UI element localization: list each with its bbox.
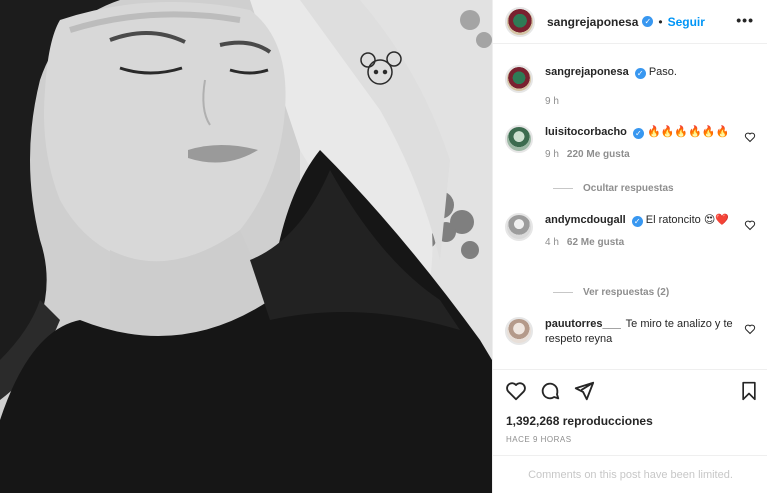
comment-username[interactable]: luisitocorbacho xyxy=(545,126,627,138)
view-count[interactable]: 1,392,268 reproducciones xyxy=(506,414,653,428)
hide-replies-label: Ocultar respuestas xyxy=(583,183,674,194)
like-comment-heart-icon[interactable] xyxy=(744,323,756,335)
caption-time: 9 h xyxy=(545,96,559,107)
hide-replies[interactable]: Ocultar respuestas xyxy=(553,183,674,194)
view-replies[interactable]: Ver respuestas (2) xyxy=(553,287,669,298)
verified-icon: ✓ xyxy=(642,16,654,27)
bookmark-icon[interactable] xyxy=(739,380,759,402)
like-comment-heart-icon[interactable] xyxy=(744,219,756,231)
comment-time: 4 h xyxy=(545,237,559,248)
commenter-avatar[interactable] xyxy=(505,213,533,241)
post-timestamp: HACE 9 HORAS xyxy=(506,435,572,444)
comment-username[interactable]: pauutorres___ xyxy=(545,318,621,330)
follow-button[interactable]: Seguir xyxy=(668,15,705,29)
share-icon[interactable] xyxy=(573,380,595,402)
comment-body: luisitocorbacho ✓ 🔥🔥🔥🔥🔥🔥 9 h 220 Me gusta xyxy=(545,125,735,162)
comment-username[interactable]: andymcdougall xyxy=(545,214,626,226)
author-username[interactable]: sangrejaponesa xyxy=(547,15,638,29)
post-photo[interactable] xyxy=(0,0,492,493)
author-avatar[interactable] xyxy=(505,6,535,37)
replies-line xyxy=(553,292,573,293)
post-header: sangrejaponesa ✓ • Seguir ••• xyxy=(493,0,767,44)
comment-meta: 4 h 62 Me gusta xyxy=(545,235,735,250)
caption-text: Paso. xyxy=(648,66,677,78)
comments-limited-notice: Comments on this post have been limited. xyxy=(493,455,767,493)
comment-icon[interactable] xyxy=(539,380,561,402)
post-panel: sangrejaponesa ✓ • Seguir ••• sangrejapo… xyxy=(492,0,767,493)
comment-meta: 9 h 220 Me gusta xyxy=(545,147,735,162)
comment: andymcdougall ✓ El ratoncito 😍❤️ 4 h 62 Me… xyxy=(505,213,760,250)
more-icon[interactable]: ••• xyxy=(736,12,754,28)
view-replies-label: Ver respuestas (2) xyxy=(583,287,670,298)
comment-text: El ratoncito 😍❤️ xyxy=(645,214,729,226)
commenter-avatar[interactable] xyxy=(505,317,533,345)
photo-illustration xyxy=(0,0,492,493)
comment-body: pauutorres___ Te miro te analizo y te re… xyxy=(545,317,735,347)
like-comment-heart-icon[interactable] xyxy=(744,131,756,143)
comment-body: andymcdougall ✓ El ratoncito 😍❤️ 4 h 62 Me… xyxy=(545,213,735,250)
replies-line xyxy=(553,188,573,189)
comment-likes[interactable]: 62 Me gusta xyxy=(567,237,624,248)
caption: sangrejaponesa ✓ Paso. 9 h xyxy=(505,65,760,109)
commenter-avatar[interactable] xyxy=(505,125,533,153)
comment: luisitocorbacho ✓ 🔥🔥🔥🔥🔥🔥 9 h 220 Me gusta xyxy=(505,125,760,162)
verified-icon: ✓ xyxy=(631,216,643,227)
caption-body: sangrejaponesa ✓ Paso. 9 h xyxy=(545,65,735,109)
comment-time: 9 h xyxy=(545,149,559,160)
comments-list[interactable]: sangrejaponesa ✓ Paso. 9 h luisitocorbach… xyxy=(493,45,767,369)
verified-icon: ✓ xyxy=(632,128,644,139)
comment-likes[interactable]: 220 Me gusta xyxy=(567,149,630,160)
action-bar xyxy=(493,369,767,409)
heart-icon[interactable] xyxy=(505,380,527,402)
caption-avatar[interactable] xyxy=(505,65,533,93)
comment-text: 🔥🔥🔥🔥🔥🔥 xyxy=(646,126,730,138)
caption-username[interactable]: sangrejaponesa xyxy=(545,66,629,78)
separator-dot: • xyxy=(658,14,663,29)
comment: pauutorres___ Te miro te analizo y te re… xyxy=(505,317,760,347)
verified-icon: ✓ xyxy=(634,68,646,79)
